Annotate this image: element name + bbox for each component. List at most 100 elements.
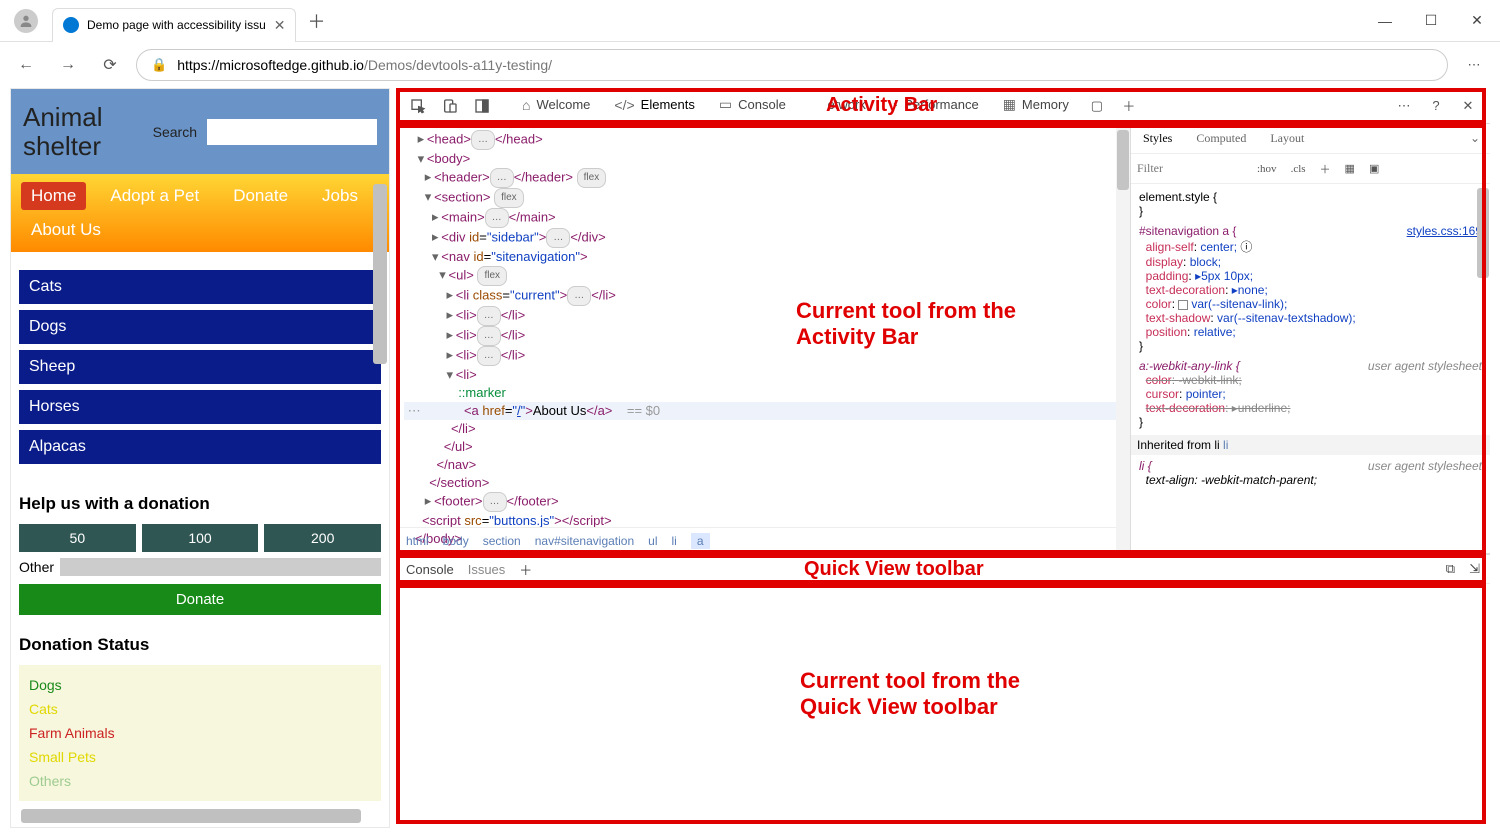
donate-50[interactable]: 50 [19,524,136,552]
rendering-icon[interactable]: ▣ [1365,160,1383,177]
devtools-activity-bar: ⌂Welcome </>Elements ▭Console Network et… [396,88,1490,124]
styles-tabs: Styles Computed Layout ⌄ [1131,124,1490,154]
dom-breadcrumbs[interactable]: html body section nav#sitenavigation ul … [396,527,1116,553]
focus-mode-icon[interactable]: ▢ [1083,92,1111,120]
dock-side-icon[interactable] [468,92,496,120]
page-viewport: Animal shelter Search Home Adopt a Pet D… [10,88,390,828]
sidebar-dogs[interactable]: Dogs [19,310,381,344]
back-button[interactable]: ← [10,49,42,81]
search-label: Search [153,124,197,140]
donation-status: Donation Status Dogs Cats Farm Animals S… [11,635,389,801]
help-button[interactable]: ? [1422,92,1450,120]
styles-scrollbar[interactable] [1477,188,1489,278]
status-others: Others [29,769,371,793]
styles-rules[interactable]: element.style {} #sitenavigation a {styl… [1131,184,1490,553]
qv-tab-console[interactable]: Console [406,562,454,577]
nav-adopt[interactable]: Adopt a Pet [100,182,209,210]
console-icon: ▭ [719,96,732,113]
status-cats: Cats [29,697,371,721]
flex-editor-icon[interactable]: ▦ [1341,160,1359,177]
new-rule-button[interactable]: ＋ [1316,159,1335,179]
search-input[interactable] [207,119,377,145]
selected-dom-node[interactable]: ⋯ <a href="/">About Us</a> == $0 [404,402,1130,420]
tab-welcome[interactable]: ⌂Welcome [512,88,600,124]
close-tab-icon[interactable]: ✕ [274,17,286,34]
chip-icon: ▦ [1003,96,1016,113]
more-tools-button[interactable]: ⋯ [1390,92,1418,120]
nav-donate[interactable]: Donate [223,182,298,210]
browser-titlebar: Demo page with accessibility issu ✕ ＋ ― … [0,0,1500,42]
styles-tab-computed[interactable]: Computed [1184,131,1258,146]
code-icon: </> [614,97,634,113]
url-text: https://microsoftedge.github.io/Demos/de… [177,57,552,73]
qv-add-tab[interactable]: ＋ [519,560,532,579]
sidebar-cats[interactable]: Cats [19,270,381,304]
tab-elements[interactable]: </>Elements [604,88,704,124]
sidebar-sheep[interactable]: Sheep [19,350,381,384]
page-scrollbar-vertical[interactable] [373,184,387,364]
donation-heading: Help us with a donation [19,494,381,514]
nav-about[interactable]: About Us [21,216,111,244]
donate-other-label: Other [19,559,54,575]
nav-home[interactable]: Home [21,182,86,210]
status-small: Small Pets [29,745,371,769]
settings-menu-button[interactable]: ⋯ [1458,49,1490,81]
window-controls: ― ☐ ✕ [1362,0,1500,42]
reload-button[interactable]: ⟳ [94,49,126,81]
browser-tab[interactable]: Demo page with accessibility issu ✕ [52,8,296,42]
dom-scrollbar[interactable] [1116,124,1130,553]
lock-icon: 🔒 [151,57,167,73]
tab-console[interactable]: ▭Console [709,88,796,124]
gauge-icon: ◔ [890,97,898,113]
device-emulation-icon[interactable] [436,92,464,120]
styles-tab-styles[interactable]: Styles [1131,131,1184,146]
qv-tab-issues[interactable]: Issues [468,562,506,577]
qv-dock-icon[interactable]: ⇲ [1469,561,1480,577]
browser-toolbar: ← → ⟳ 🔒 https://microsoftedge.github.io/… [0,42,1500,88]
hov-toggle[interactable]: :hov [1253,161,1281,177]
home-icon: ⌂ [522,97,530,113]
elements-dom-tree[interactable]: ▸<head>…</head> ▾<body> ▸<header>…</head… [396,124,1130,553]
sidebar-alpacas[interactable]: Alpacas [19,430,381,464]
qv-sidebar-icon[interactable]: ⧉ [1446,561,1455,577]
donate-submit-button[interactable]: Donate [19,584,381,615]
styles-filter-row: :hov .cls ＋ ▦ ▣ [1131,154,1490,184]
source-link[interactable]: styles.css:169 [1407,224,1482,238]
site-title: Animal shelter [23,103,143,160]
forward-button[interactable]: → [52,49,84,81]
inspect-element-icon[interactable] [404,92,432,120]
status-dogs: Dogs [29,673,371,697]
tab-network-partial[interactable]: etwork [812,88,876,124]
address-bar[interactable]: 🔒 https://microsoftedge.github.io/Demos/… [136,49,1448,81]
close-devtools-button[interactable]: ✕ [1454,92,1482,120]
styles-tab-layout[interactable]: Layout [1258,131,1316,146]
site-navigation: Home Adopt a Pet Donate Jobs About Us [11,174,389,252]
minimize-button[interactable]: ― [1362,0,1408,42]
edge-favicon-icon [63,17,79,33]
donation-form: Help us with a donation 50 100 200 Other… [11,494,389,629]
tab-title: Demo page with accessibility issu [87,18,266,32]
maximize-button[interactable]: ☐ [1408,0,1454,42]
sidebar-horses[interactable]: Horses [19,390,381,424]
donate-other-input[interactable] [60,558,381,576]
status-farm: Farm Animals [29,721,371,745]
styles-filter-input[interactable] [1137,161,1247,176]
donate-200[interactable]: 200 [264,524,381,552]
more-tabs-button[interactable]: ＋ [1115,92,1143,120]
tab-performance[interactable]: ◔Performance [880,88,989,124]
donate-100[interactable]: 100 [142,524,259,552]
profile-avatar[interactable] [14,9,38,33]
inherited-from-label: Inherited from li li [1131,435,1490,455]
cls-toggle[interactable]: .cls [1287,161,1310,177]
styles-sidebar: Styles Computed Layout ⌄ :hov .cls ＋ ▦ ▣… [1130,124,1490,553]
page-scrollbar-horizontal[interactable] [21,809,361,823]
quick-view-body [396,584,1490,824]
new-tab-button[interactable]: ＋ [302,7,330,35]
site-sidebar: Cats Dogs Sheep Horses Alpacas [11,252,389,488]
close-window-button[interactable]: ✕ [1454,0,1500,42]
chevron-down-icon[interactable]: ⌄ [1460,131,1490,146]
nav-jobs[interactable]: Jobs [312,182,368,210]
quick-view-toolbar: Console Issues ＋ ⧉ ⇲ [396,554,1490,584]
tab-memory[interactable]: ▦Memory [993,88,1079,124]
devtools-panel: ⌂Welcome </>Elements ▭Console Network et… [396,88,1490,828]
